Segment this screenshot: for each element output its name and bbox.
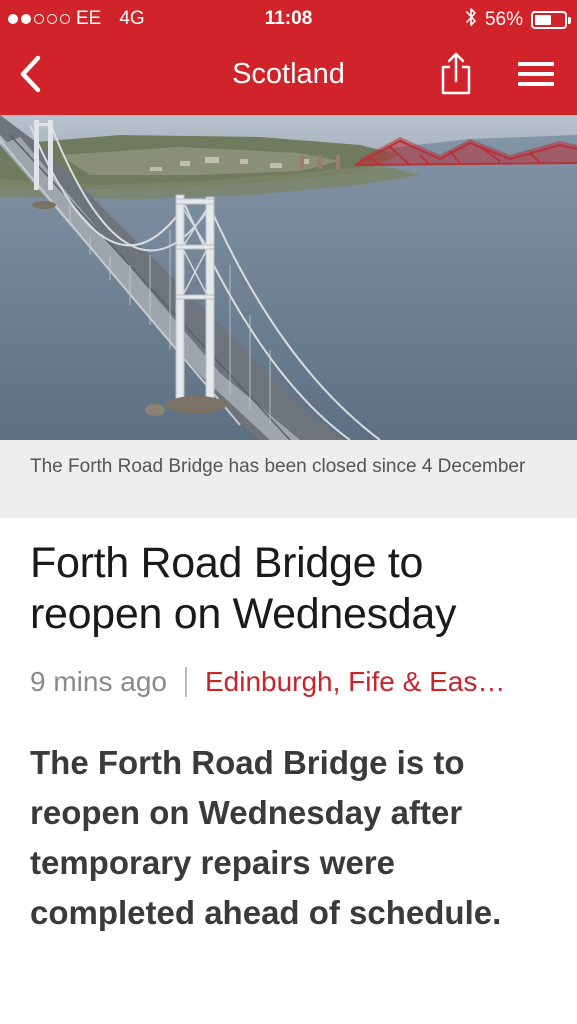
menu-button[interactable] bbox=[512, 52, 560, 96]
article-timestamp: 9 mins ago bbox=[30, 666, 167, 697]
article-headline: Forth Road Bridge to reopen on Wednesday bbox=[30, 539, 457, 638]
nav-bar: Scotland bbox=[0, 38, 577, 115]
hamburger-menu-icon bbox=[518, 62, 554, 86]
app-header: EE 4G 11:08 56% Scotland bbox=[0, 0, 577, 115]
share-icon bbox=[441, 52, 471, 95]
battery-icon bbox=[531, 11, 571, 29]
bluetooth-icon bbox=[465, 7, 477, 33]
article-summary: The Forth Road Bridge is to reopen on We… bbox=[30, 744, 502, 931]
bridge-photo bbox=[0, 115, 577, 440]
battery-percent: 56% bbox=[484, 9, 523, 30]
image-caption: The Forth Road Bridge has been closed si… bbox=[30, 456, 526, 477]
status-bar: EE 4G 11:08 56% bbox=[0, 0, 577, 38]
share-button[interactable] bbox=[434, 46, 478, 100]
hero-image[interactable] bbox=[0, 115, 577, 440]
image-caption-area: The Forth Road Bridge has been closed si… bbox=[0, 440, 577, 518]
page-title: Scotland bbox=[232, 58, 345, 90]
battery-level bbox=[535, 15, 551, 25]
article-meta: 9 mins ago Edinburgh, Fife & Eas… bbox=[30, 662, 560, 702]
section-link[interactable]: Edinburgh, Fife & Eas… bbox=[205, 666, 505, 698]
status-right: 56% bbox=[465, 7, 571, 33]
meta-divider bbox=[184, 667, 187, 697]
